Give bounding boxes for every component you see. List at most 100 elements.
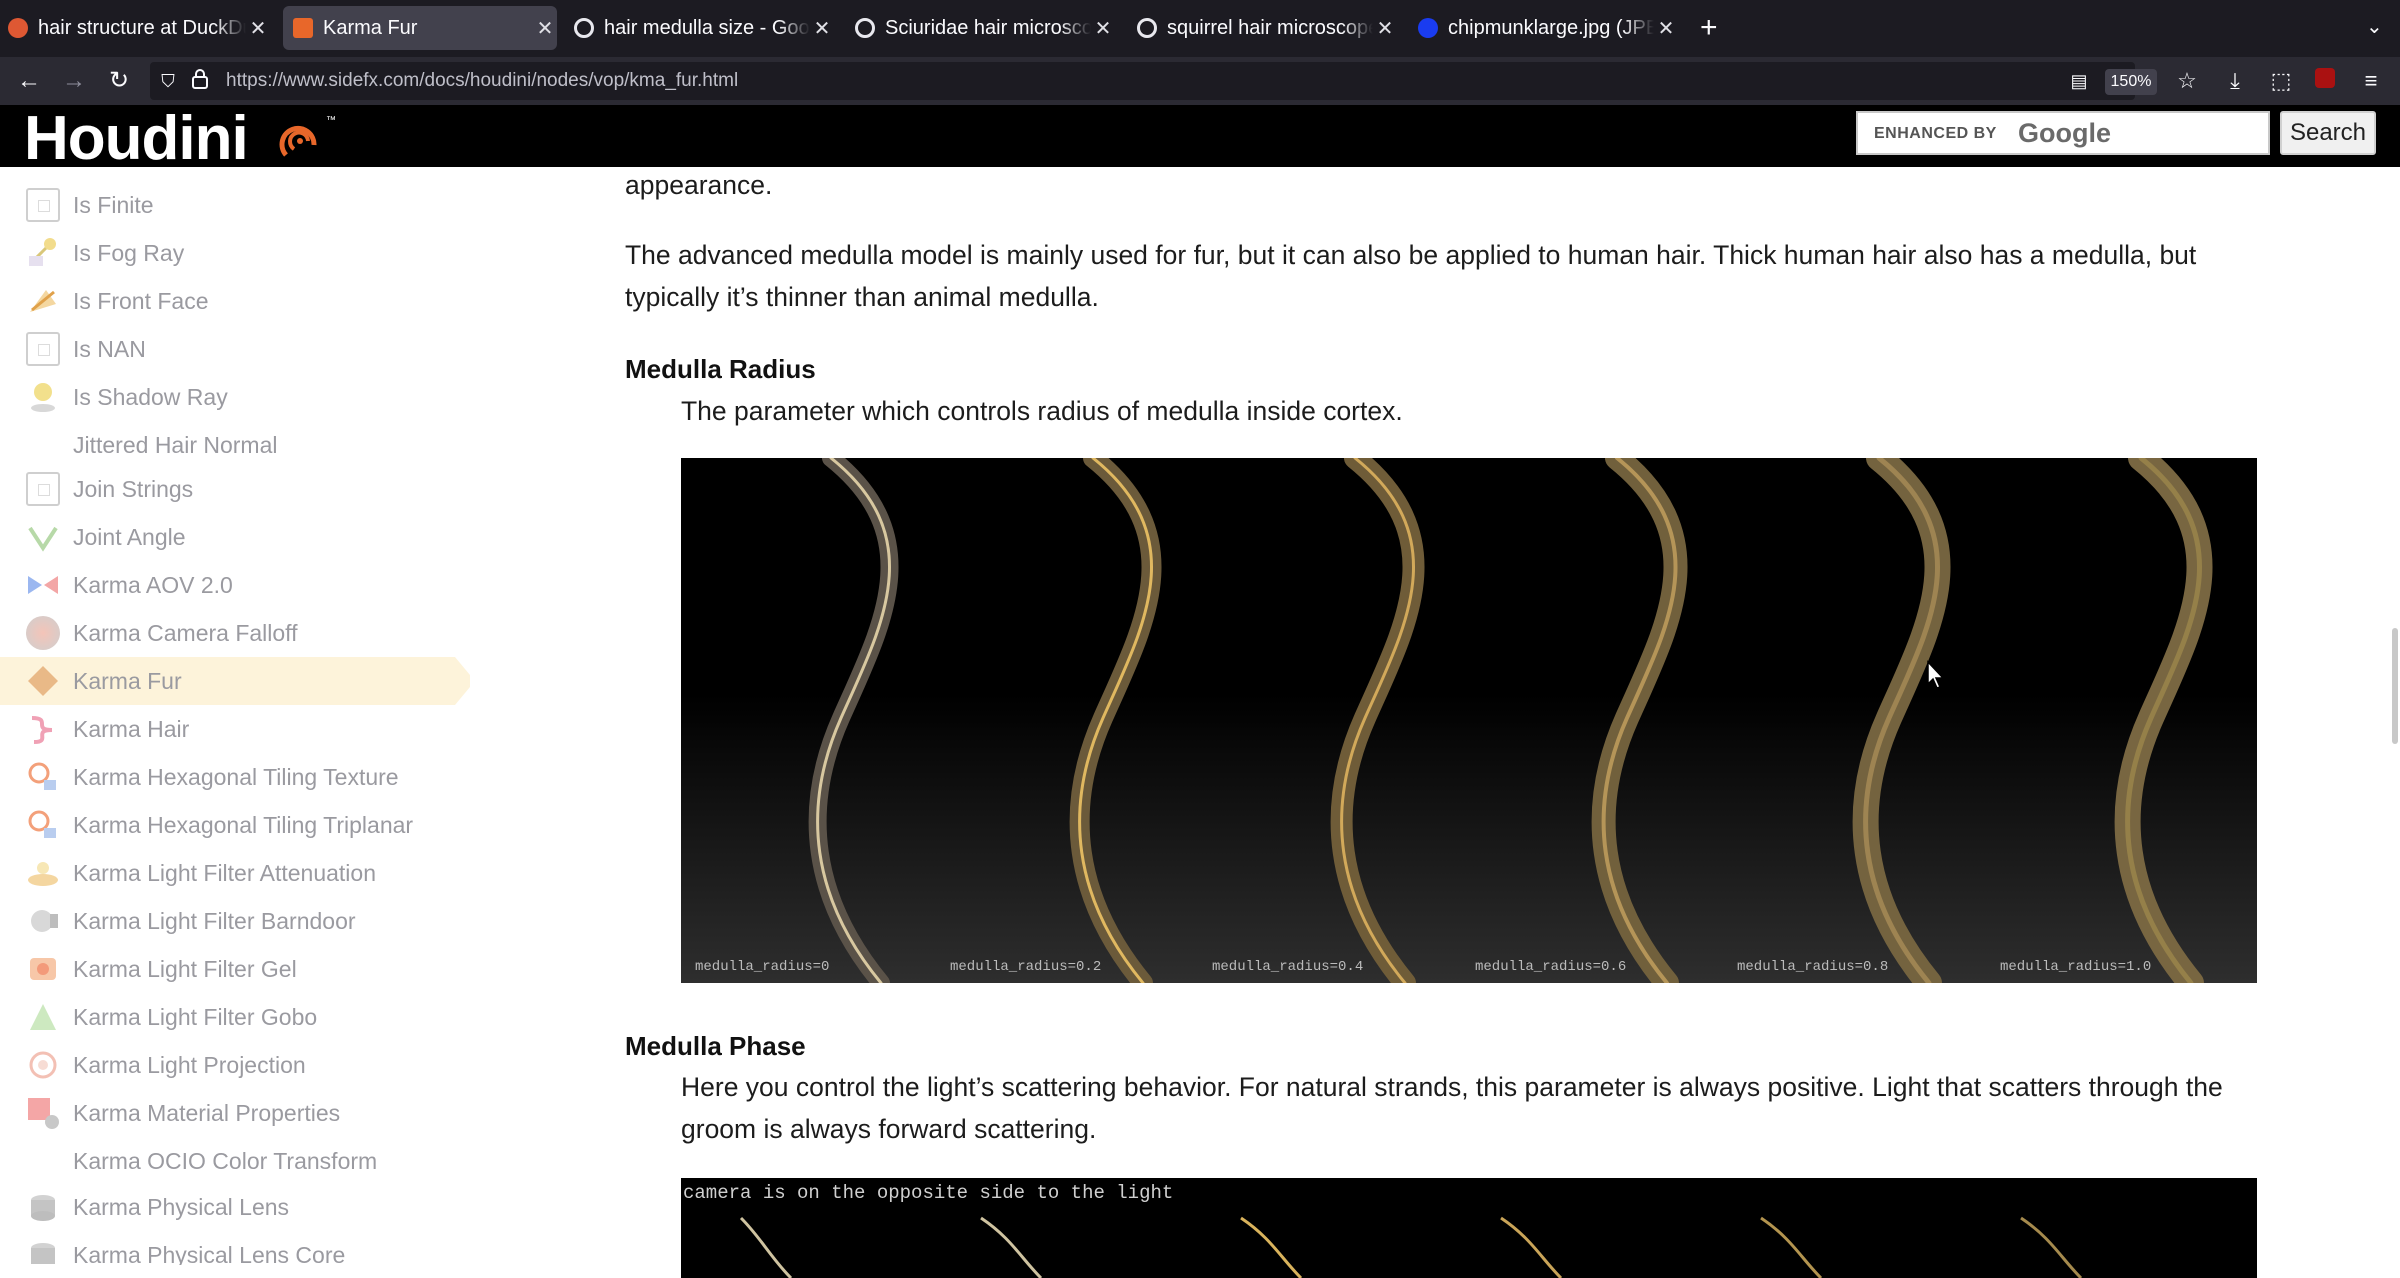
fog-ray-icon [26, 236, 60, 270]
tab-title: chipmunklarge.jpg (JPEG Image) [1448, 16, 1654, 39]
menu-icon[interactable]: ≡ [2356, 66, 2386, 96]
heading-medulla-phase: Medulla Phase [625, 1031, 806, 1061]
mouse-cursor-icon [1927, 660, 1945, 689]
sidebar-item-label: Karma Physical Lens Core [73, 1241, 346, 1266]
box-icon [26, 188, 60, 222]
fur-icon [26, 664, 60, 698]
navigation-bar: ← → ↻ ⛉ https://www.sidefx.com/docs/houd… [0, 57, 2400, 105]
sidebar-item-label: Jittered Hair Normal [73, 431, 278, 458]
downloads-icon[interactable]: ⤓ [2220, 66, 2250, 96]
medulla-phase-description-line2: groom is always forward scattering. [681, 1114, 1097, 1144]
medulla-radius-description: The parameter which controls radius of m… [681, 396, 1403, 426]
sidebar-item-karma-light-filter-gel[interactable]: Karma Light Filter Gel [0, 945, 480, 993]
hex-tiling-icon [26, 808, 60, 842]
close-tab-icon[interactable]: ✕ [246, 16, 270, 41]
sidebar-item-karma-aov[interactable]: Karma AOV 2.0 [0, 561, 480, 609]
sidebar-item-karma-light-filter-barndoor[interactable]: Karma Light Filter Barndoor [0, 897, 480, 945]
sidebar-item-is-nan[interactable]: Is NAN [0, 325, 480, 373]
sidebar-nav: Is Finite Is Fog Ray Is Front Face Is NA… [0, 167, 480, 1265]
tab-google-medulla[interactable]: hair medulla size - Google Search ✕ [574, 6, 834, 50]
shield-icon[interactable]: ⛉ [156, 69, 180, 93]
sidebar-item-label: Join Strings [73, 475, 194, 502]
material-properties-icon [26, 1096, 60, 1130]
forward-icon[interactable]: → [59, 66, 89, 96]
zoom-level[interactable]: 150% [2105, 69, 2157, 95]
tab-karma-fur[interactable]: Karma Fur ✕ [283, 6, 557, 50]
sidebar-item-jittered-hair-normal[interactable]: Jittered Hair Normal [0, 421, 480, 469]
tab-title: hair medulla size - Google Search [604, 16, 810, 39]
google-icon [574, 18, 594, 38]
close-tab-icon[interactable]: ✕ [1373, 16, 1397, 41]
trademark: ™ [326, 115, 336, 126]
tab-chipmunk-image[interactable]: chipmunklarge.jpg (JPEG Image) ✕ [1418, 6, 1678, 50]
sidebar-item-label: Is Fog Ray [73, 239, 185, 266]
tab-google-sciuridae[interactable]: Sciuridae hair microscope - Google Searc… [855, 6, 1115, 50]
sidebar-item-karma-light-projection[interactable]: Karma Light Projection [0, 1041, 480, 1089]
sidebar-item-join-strings[interactable]: Join Strings [0, 465, 480, 513]
sidebar-item-karma-material-properties[interactable]: Karma Material Properties [0, 1089, 480, 1137]
bookmark-star-icon[interactable]: ☆ [2172, 66, 2202, 96]
sidebar-item-karma-light-filter-attenuation[interactable]: Karma Light Filter Attenuation [0, 849, 480, 897]
front-face-icon [26, 284, 60, 318]
sidebar-item-karma-fur[interactable]: Karma Fur [0, 657, 480, 705]
close-tab-icon[interactable]: ✕ [810, 16, 834, 41]
lens-icon [26, 1238, 60, 1265]
tab-google-squirrel[interactable]: squirrel hair microscope - Google Search… [1137, 6, 1397, 50]
lens-icon [26, 1190, 60, 1224]
tab-duckduckgo[interactable]: hair structure at DuckDuckGo ✕ [8, 6, 270, 50]
sidebar-item-label: Is Shadow Ray [73, 383, 228, 410]
caption-radius-0-2: medulla_radius=0.2 [950, 959, 1102, 975]
reader-view-icon[interactable]: ▤ [2067, 69, 2091, 93]
search-input[interactable]: ENHANCED BY Google [1856, 111, 2270, 155]
sidebar-item-is-fog-ray[interactable]: Is Fog Ray [0, 229, 480, 277]
close-tab-icon[interactable]: ✕ [1654, 16, 1678, 41]
extensions-icon[interactable]: ⬚ [2266, 66, 2296, 96]
caption-radius-0: medulla_radius=0 [695, 959, 830, 975]
sidebar-item-karma-camera-falloff[interactable]: Karma Camera Falloff [0, 609, 480, 657]
sidebar-item-label: Karma Camera Falloff [73, 619, 298, 646]
paragraph-appearance: appearance. [625, 170, 773, 200]
sidebar-item-label: Karma Light Filter Gel [73, 955, 297, 982]
tab-title: hair structure at DuckDuckGo [38, 16, 246, 39]
sidebar-item-karma-physical-lens[interactable]: Karma Physical Lens [0, 1183, 480, 1231]
new-tab-icon[interactable]: + [1700, 12, 1718, 44]
chevron-down-icon[interactable]: ⌄ [2366, 14, 2383, 39]
tab-title: Karma Fur [323, 16, 418, 39]
caption-radius-1-0: medulla_radius=1.0 [2000, 959, 2152, 975]
houdini-icon [293, 18, 313, 38]
gel-icon [26, 952, 60, 986]
sidebar-item-is-front-face[interactable]: Is Front Face [0, 277, 480, 325]
url-bar[interactable]: ⛉ https://www.sidefx.com/docs/houdini/no… [150, 62, 2157, 100]
sidebar-item-label: Karma Hexagonal Tiling Texture [73, 763, 399, 790]
sidebar-item-karma-hex-tiling-triplanar[interactable]: Karma Hexagonal Tiling Triplanar [0, 801, 480, 849]
sidebar-item-joint-angle[interactable]: Joint Angle [0, 513, 480, 561]
image-icon [1418, 18, 1438, 38]
sidebar-item-label: Is Finite [73, 191, 154, 218]
sidebar-item-karma-light-filter-gobo[interactable]: Karma Light Filter Gobo [0, 993, 480, 1041]
reload-icon[interactable]: ↻ [104, 66, 134, 96]
site-header: Houdini ™ ENHANCED BY Google Search [0, 104, 2400, 173]
scrollbar-thumb[interactable] [2392, 628, 2398, 744]
sidebar-item-is-shadow-ray[interactable]: Is Shadow Ray [0, 373, 480, 421]
lock-icon[interactable] [188, 69, 212, 93]
back-icon[interactable]: ← [14, 66, 44, 96]
phase-image-caption: camera is on the opposite side to the li… [683, 1182, 1174, 1204]
close-tab-icon[interactable]: ✕ [533, 16, 557, 41]
sidebar-item-karma-hair[interactable]: Karma Hair [0, 705, 480, 753]
sidebar-item-karma-ocio-color-transform[interactable]: Karma OCIO Color Transform [0, 1137, 480, 1185]
url-text[interactable]: https://www.sidefx.com/docs/houdini/node… [226, 70, 738, 92]
sidebar-item-karma-physical-lens-core[interactable]: Karma Physical Lens Core [0, 1231, 480, 1265]
sidebar-item-is-finite[interactable]: Is Finite [0, 181, 480, 229]
joint-angle-icon [26, 520, 60, 554]
gobo-icon [26, 1000, 60, 1034]
barndoor-icon [26, 904, 60, 938]
sidebar-item-label: Karma AOV 2.0 [73, 571, 233, 598]
close-tab-icon[interactable]: ✕ [1091, 16, 1115, 41]
sidebar-item-karma-hex-tiling-texture[interactable]: Karma Hexagonal Tiling Texture [0, 753, 480, 801]
houdini-logo[interactable]: Houdini [24, 103, 249, 174]
google-icon [1137, 18, 1157, 38]
medulla-phase-description-line1: Here you control the light’s scattering … [681, 1072, 2223, 1102]
ublock-icon[interactable] [2310, 66, 2340, 96]
shadow-ray-icon [26, 380, 60, 414]
search-button[interactable]: Search [2280, 111, 2376, 155]
